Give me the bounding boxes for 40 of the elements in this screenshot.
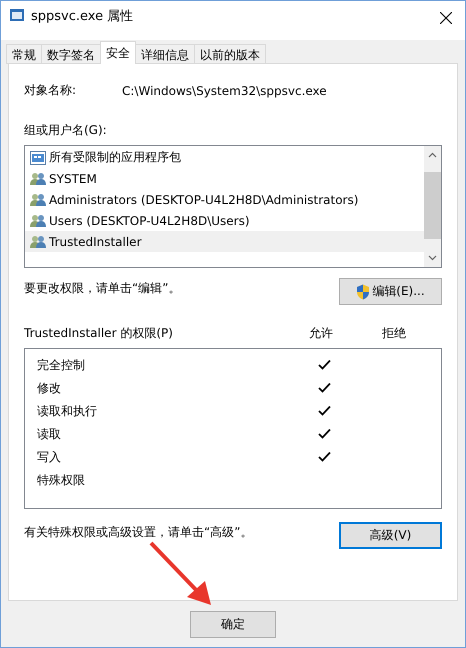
permission-name: 完全控制 (37, 357, 86, 374)
deny-header: 拒绝 (382, 325, 406, 342)
user-group-icon (30, 214, 46, 228)
edit-button[interactable]: 编辑(E)... (339, 278, 442, 305)
scrollbar-thumb[interactable] (424, 172, 441, 239)
user-group-icon (30, 172, 46, 186)
permission-name: 写入 (37, 449, 62, 466)
window-title: sppsvc.exe 属性 (31, 9, 134, 25)
group-item[interactable]: 所有受限制的应用程序包 (25, 147, 424, 168)
package-icon (30, 150, 46, 164)
tab[interactable]: 安全 (100, 41, 136, 64)
permission-name: 读取和执行 (37, 403, 98, 420)
permissions-label: TrustedInstaller 的权限(P) (24, 325, 174, 342)
tab[interactable]: 常规 (6, 44, 42, 64)
groups-label: 组或用户名(G): (24, 122, 108, 139)
scrollbar[interactable] (424, 146, 441, 267)
object-name-value: C:\Windows\System32\sppsvc.exe (122, 84, 327, 98)
group-item[interactable]: TrustedInstaller (25, 231, 424, 252)
object-name-label: 对象名称: (24, 82, 78, 99)
ok-button[interactable]: 确定 (190, 610, 276, 638)
permission-name: 修改 (37, 380, 62, 397)
tab[interactable]: 以前的版本 (194, 44, 266, 64)
scroll-down-icon[interactable] (428, 255, 437, 261)
user-group-icon (30, 234, 46, 248)
group-item[interactable]: Administrators (DESKTOP-U4L2H8D\Administrators) (25, 189, 424, 210)
user-group-icon (30, 192, 46, 206)
tab[interactable]: 数字签名 (41, 44, 101, 64)
advanced-hint: 有关特殊权限或高级设置，请单击“高级”。 (24, 524, 252, 541)
window-icon (10, 9, 24, 21)
tab[interactable]: 详细信息 (135, 44, 195, 64)
permission-name: 特殊权限 (37, 472, 86, 489)
edit-hint: 要更改权限，请单击“编辑”。 (24, 280, 180, 297)
scroll-up-icon[interactable] (428, 152, 437, 158)
group-item[interactable]: Users (DESKTOP-U4L2H8D\Users) (25, 210, 424, 231)
permission-name: 读取 (37, 426, 62, 443)
allow-header: 允许 (309, 325, 334, 342)
shield-icon (356, 284, 370, 300)
advanced-button[interactable]: 高级(V) (339, 522, 442, 549)
close-icon[interactable] (440, 12, 452, 24)
group-item[interactable]: SYSTEM (25, 168, 424, 189)
